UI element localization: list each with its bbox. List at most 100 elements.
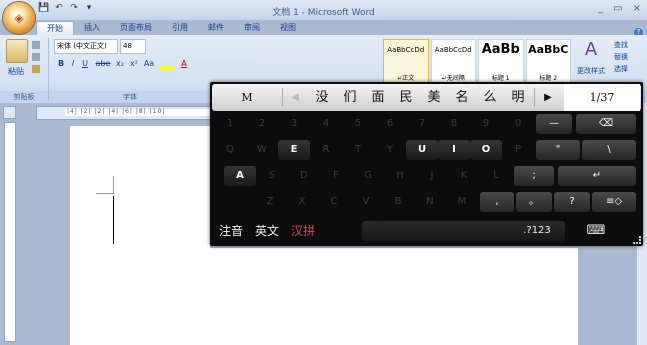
subscript-button[interactable]: x₂ bbox=[114, 57, 126, 70]
font-family-select[interactable]: 宋体 (中文正文) bbox=[54, 39, 118, 54]
key-w[interactable]: W bbox=[246, 140, 278, 160]
key-d[interactable]: D bbox=[288, 166, 320, 186]
bold-button[interactable]: B bbox=[56, 57, 66, 70]
tab-references[interactable]: 引用 bbox=[162, 21, 198, 35]
tab-home[interactable]: 开始 bbox=[36, 21, 74, 35]
key-k[interactable]: K bbox=[448, 166, 480, 186]
ruler-toggle-button[interactable] bbox=[3, 106, 16, 119]
settings-icon[interactable]: ≡◇ bbox=[592, 192, 636, 212]
change-case-button[interactable]: Aa bbox=[142, 57, 156, 70]
candidate-word[interactable]: 明 bbox=[504, 84, 532, 111]
key-c[interactable]: C bbox=[318, 192, 350, 212]
key-6[interactable]: 6 bbox=[374, 114, 406, 134]
candidate-word[interactable]: 么 bbox=[476, 84, 504, 111]
highlight-icon[interactable] bbox=[160, 57, 174, 70]
style-heading-1[interactable]: AaBb 标题 1 bbox=[478, 39, 524, 85]
underline-button[interactable]: U bbox=[80, 57, 90, 70]
key-o[interactable]: O bbox=[470, 140, 502, 160]
key-l[interactable]: L bbox=[480, 166, 512, 186]
key-b[interactable]: B bbox=[382, 192, 414, 212]
style-heading-2[interactable]: AaBbC 标题 2 bbox=[525, 39, 571, 85]
key-question[interactable]: ? bbox=[554, 192, 590, 212]
superscript-button[interactable]: x² bbox=[128, 57, 140, 70]
numeric-mode-button[interactable]: .?123 bbox=[508, 219, 566, 243]
key-y[interactable]: Y bbox=[374, 140, 406, 160]
style-normal[interactable]: AaBbCcDd ↵正文 bbox=[383, 39, 429, 85]
change-styles-button[interactable]: 更改样式 bbox=[572, 65, 610, 78]
italic-button[interactable]: I bbox=[68, 57, 78, 70]
strikethrough-button[interactable]: abe bbox=[94, 57, 112, 70]
key-dash[interactable]: — bbox=[536, 114, 572, 134]
key-g[interactable]: G bbox=[352, 166, 384, 186]
key-8[interactable]: 8 bbox=[438, 114, 470, 134]
key-f[interactable]: F bbox=[320, 166, 352, 186]
minimize-button[interactable]: _ bbox=[598, 3, 603, 14]
candidate-word[interactable]: 面 bbox=[364, 84, 392, 111]
english-mode-button[interactable]: 英文 bbox=[250, 219, 284, 243]
style-no-spacing[interactable]: AaBbCcDd ↵无间隔 bbox=[430, 39, 476, 85]
prev-page-icon[interactable]: ◀ bbox=[282, 84, 308, 111]
key-j[interactable]: J bbox=[416, 166, 448, 186]
key-semicolon[interactable]: ; bbox=[514, 166, 554, 186]
paste-icon[interactable] bbox=[6, 39, 28, 63]
key-period[interactable]: 。 bbox=[516, 192, 552, 212]
key-0[interactable]: 0 bbox=[502, 114, 534, 134]
key-p[interactable]: P bbox=[502, 140, 534, 160]
font-color-button[interactable]: A bbox=[178, 57, 190, 70]
copy-icon[interactable] bbox=[32, 53, 40, 61]
document-page[interactable] bbox=[70, 126, 210, 345]
key-backslash[interactable]: \ bbox=[582, 140, 636, 160]
key-v[interactable]: V bbox=[350, 192, 382, 212]
key-e[interactable]: E bbox=[278, 140, 310, 160]
key-1[interactable]: 1 bbox=[214, 114, 246, 134]
key-a[interactable]: A bbox=[224, 166, 256, 186]
key-i[interactable]: I bbox=[438, 140, 470, 160]
tab-view[interactable]: 视图 bbox=[270, 21, 306, 35]
resize-grip-icon[interactable] bbox=[633, 236, 641, 244]
key-9[interactable]: 9 bbox=[470, 114, 502, 134]
candidate-word[interactable]: 们 bbox=[336, 84, 364, 111]
key-4[interactable]: 4 bbox=[310, 114, 342, 134]
key-z[interactable]: Z bbox=[254, 192, 286, 212]
key-q[interactable]: Q bbox=[214, 140, 246, 160]
key-comma[interactable]: , bbox=[480, 192, 514, 212]
tab-page-layout[interactable]: 页面布局 bbox=[110, 21, 162, 35]
format-painter-icon[interactable] bbox=[32, 65, 40, 73]
key-u[interactable]: U bbox=[406, 140, 438, 160]
candidate-word[interactable]: 美 bbox=[420, 84, 448, 111]
office-button[interactable]: ◈ bbox=[3, 2, 35, 34]
key-x[interactable]: X bbox=[286, 192, 318, 212]
key-5[interactable]: 5 bbox=[342, 114, 374, 134]
key-s[interactable]: S bbox=[256, 166, 288, 186]
candidate-word[interactable]: 名 bbox=[448, 84, 476, 111]
key-quote[interactable]: " bbox=[536, 140, 580, 160]
key-2[interactable]: 2 bbox=[246, 114, 278, 134]
candidate-word[interactable]: 民 bbox=[392, 84, 420, 111]
backspace-icon[interactable]: ⌫ bbox=[576, 114, 636, 134]
zhuyin-mode-button[interactable]: 注音 bbox=[214, 219, 248, 243]
key-r[interactable]: R bbox=[310, 140, 342, 160]
maximize-button[interactable]: ▭ bbox=[613, 3, 622, 14]
key-3[interactable]: 3 bbox=[278, 114, 310, 134]
cut-icon[interactable] bbox=[32, 41, 40, 49]
key-h[interactable]: H bbox=[384, 166, 416, 186]
tab-insert[interactable]: 插入 bbox=[74, 21, 110, 35]
close-button[interactable]: × bbox=[633, 3, 641, 14]
document-page-lower[interactable] bbox=[210, 248, 578, 345]
horizontal-ruler[interactable]: |4| |2| |2| |4| |6| |8| |10| bbox=[36, 106, 212, 120]
key-m[interactable]: M bbox=[446, 192, 478, 212]
candidate-word[interactable]: 没 bbox=[308, 84, 336, 111]
keyboard-layout-icon[interactable]: ⌨ bbox=[580, 219, 612, 243]
key-7[interactable]: 7 bbox=[406, 114, 438, 134]
key-t[interactable]: T bbox=[342, 140, 374, 160]
key-n[interactable]: N bbox=[414, 192, 446, 212]
vertical-ruler[interactable] bbox=[4, 122, 16, 342]
font-size-select[interactable]: 48 bbox=[120, 39, 146, 54]
paste-button[interactable]: 粘贴 bbox=[4, 65, 28, 78]
select-button[interactable]: 选择 bbox=[614, 63, 644, 76]
tab-mailings[interactable]: 邮件 bbox=[198, 21, 234, 35]
enter-icon[interactable]: ↵ bbox=[558, 166, 636, 186]
tab-review[interactable]: 审阅 bbox=[234, 21, 270, 35]
pinyin-mode-button[interactable]: 汉拼 bbox=[286, 219, 320, 243]
next-page-icon[interactable]: ▶ bbox=[534, 84, 562, 111]
